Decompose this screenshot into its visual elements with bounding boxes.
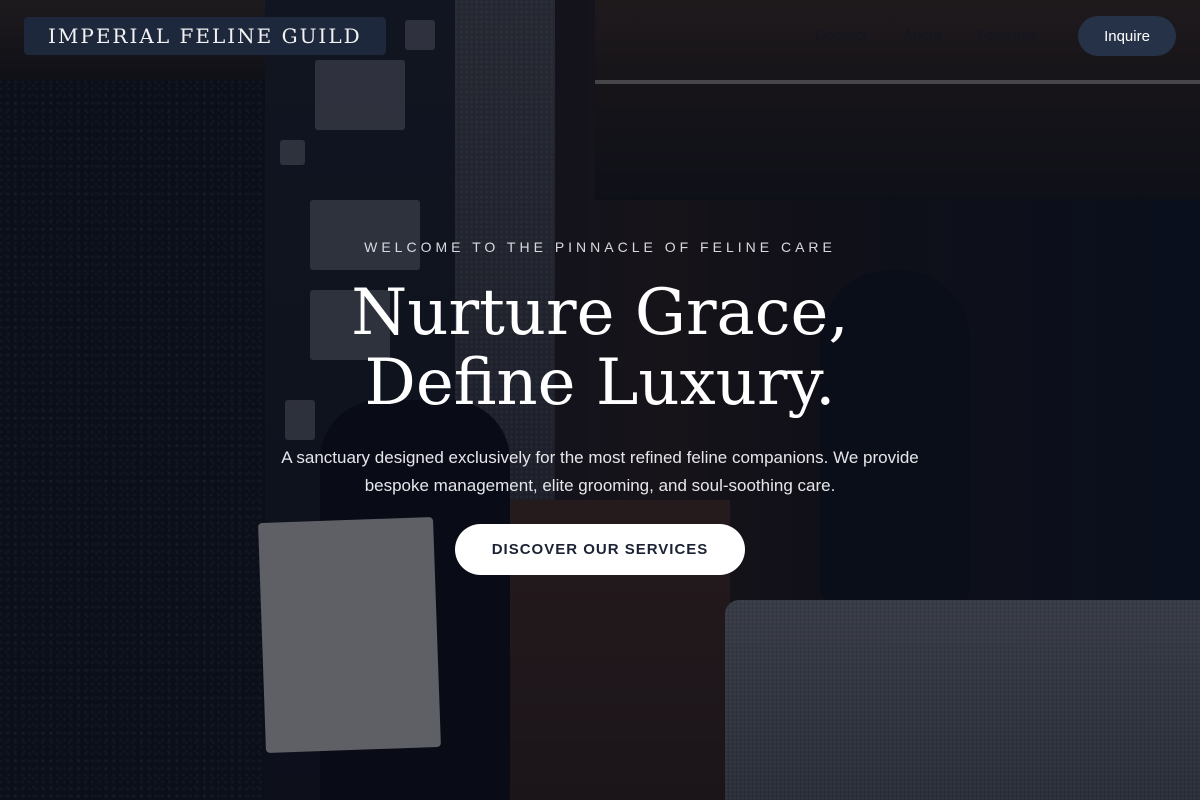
hero-headline-line-2: Define Luxury. — [364, 346, 836, 420]
hero-description: A sanctuary designed exclusively for the… — [281, 448, 919, 495]
nav-link-features[interactable]: Features — [978, 27, 1037, 44]
brand-logo[interactable]: IMPERIAL FELINE GUILD — [24, 17, 386, 55]
nav-links: Contact About Features — [815, 27, 1037, 44]
hero-eyebrow: WELCOME TO THE PINNACLE OF FELINE CARE — [364, 239, 836, 255]
nav-link-about[interactable]: About — [903, 27, 942, 44]
hero-headline: Nurture Grace, Define Luxury. — [0, 278, 1200, 418]
hero-section: IMPERIAL FELINE GUILD Contact About Feat… — [0, 0, 1200, 800]
inquire-button[interactable]: Inquire — [1078, 16, 1176, 56]
nav-link-contact[interactable]: Contact — [815, 27, 867, 44]
hero-headline-line-1: Nurture Grace, — [351, 276, 849, 350]
top-navigation: IMPERIAL FELINE GUILD Contact About Feat… — [0, 0, 1200, 72]
discover-services-button[interactable]: DISCOVER OUR SERVICES — [455, 524, 745, 575]
